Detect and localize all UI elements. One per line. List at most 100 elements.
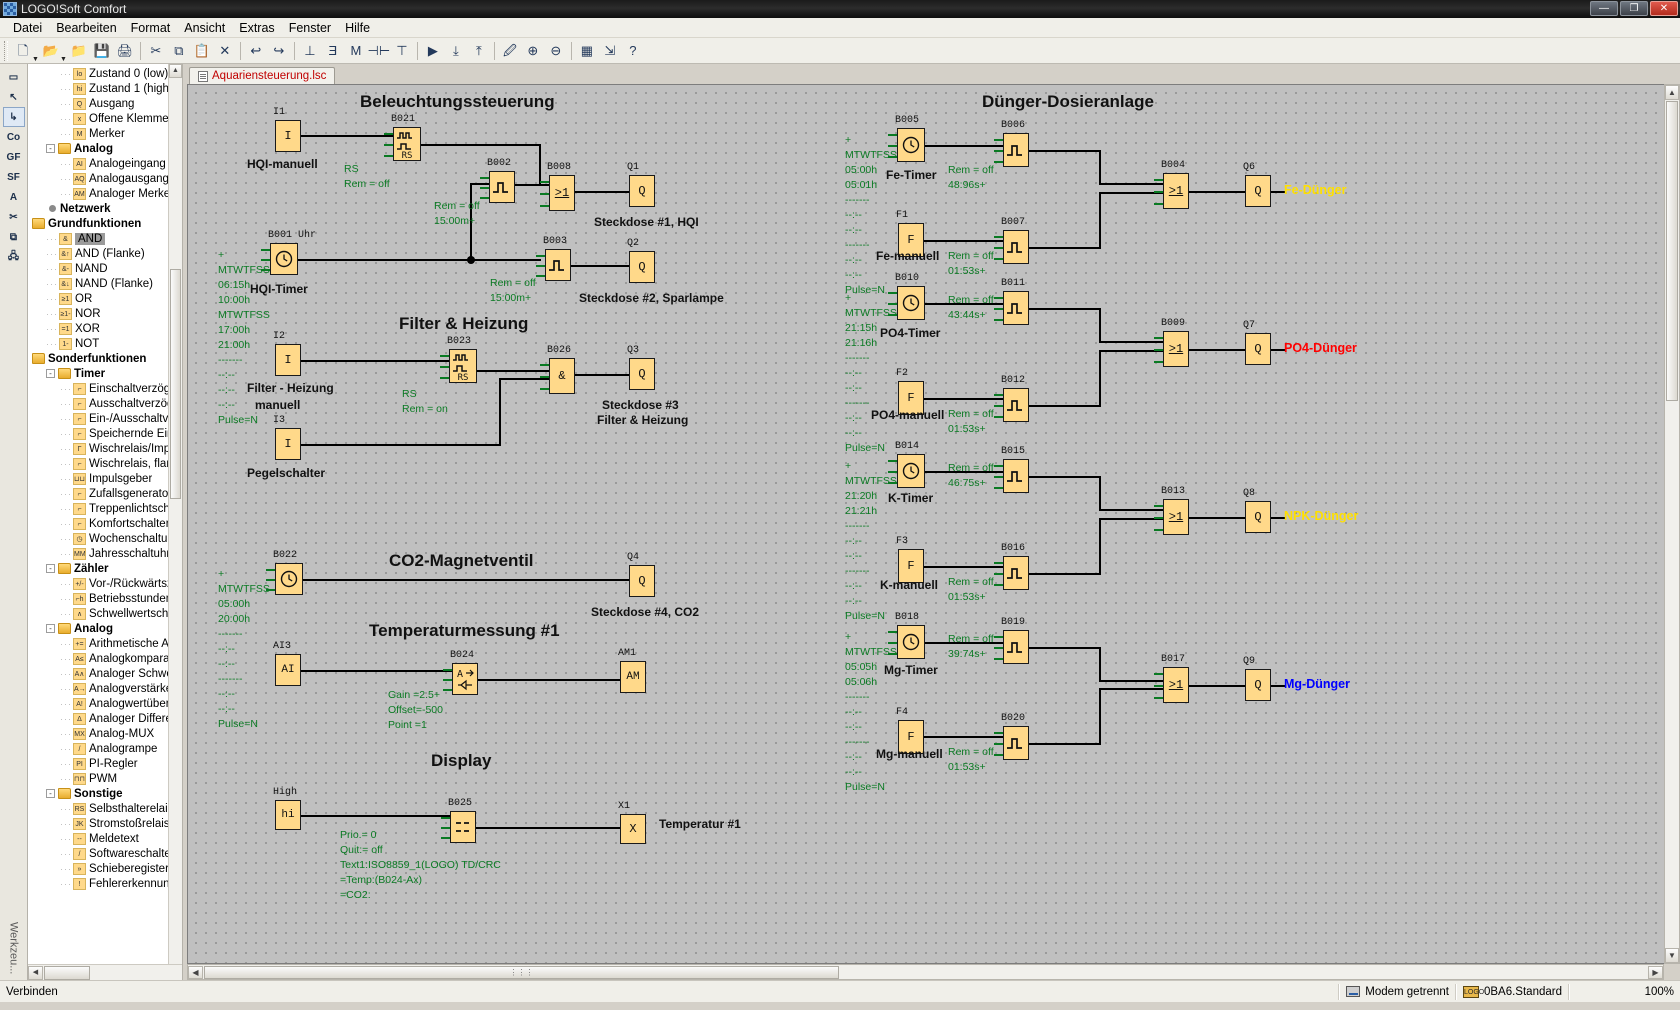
canvas-horizontal-scrollbar[interactable]: ◀ ⋮⋮⋮ ▶ xyxy=(187,964,1664,980)
tree-item-jahresschaltuhr[interactable]: ··· MM Jahresschaltuhr xyxy=(28,546,168,561)
tree-item-zustand-0-low[interactable]: ··· lo Zustand 0 (low) xyxy=(28,66,168,81)
menu-item-datei[interactable]: Datei xyxy=(6,19,49,37)
open-recent-icon[interactable]: 📁 xyxy=(68,40,90,62)
pc-to-logo-icon[interactable]: ⤓ xyxy=(445,40,467,62)
tree-item-speichernde-einsch[interactable]: ···⌐Speichernde Einsch xyxy=(28,426,168,441)
tree-item-netzwerk[interactable]: Netzwerk xyxy=(28,201,168,216)
block-B014[interactable] xyxy=(897,454,925,488)
tool-selection-rect-icon[interactable]: ▭ xyxy=(3,67,25,87)
tree-item-sonstige[interactable]: - Sonstige xyxy=(28,786,168,801)
tree-item-wischrelais-impuls[interactable]: ···ΓWischrelais/Impuls xyxy=(28,441,168,456)
tool-special-functions-icon[interactable]: SF xyxy=(3,167,25,187)
block-I3[interactable]: I xyxy=(275,428,301,460)
tree-item-analoger-merker[interactable]: ··· AM Analoger Merker xyxy=(28,186,168,201)
tree-item-komfortschalter[interactable]: ··· ⌐ Komfortschalter xyxy=(28,516,168,531)
tree-scroll-thumb[interactable] xyxy=(170,269,181,499)
block-B022[interactable] xyxy=(275,563,303,595)
block-B004[interactable]: >1 xyxy=(1163,173,1189,209)
tree-item-ausschaltverz-ger[interactable]: ···⌐Ausschaltverzöger xyxy=(28,396,168,411)
block-B017[interactable]: >1 xyxy=(1163,667,1189,703)
tree-item-merker[interactable]: ··· M Merker xyxy=(28,126,168,141)
canvas-scroll-right-button[interactable]: ▶ xyxy=(1648,965,1663,979)
canvas-hscroll-thumb[interactable]: ⋮⋮⋮ xyxy=(204,965,839,979)
tree-item-stromsto-relais[interactable]: ··· JK Stromstoßrelais xyxy=(28,816,168,831)
copy-icon[interactable]: ⧉ xyxy=(168,40,190,62)
tree-item-treppenlichtschalt[interactable]: ···⌐Treppenlichtschalt xyxy=(28,501,168,516)
tree-item-analogwert-berwa[interactable]: ···A!Analogwertüberwa xyxy=(28,696,168,711)
block-X1[interactable]: X xyxy=(620,814,646,844)
canvas-vscroll-thumb[interactable] xyxy=(1666,101,1678,401)
paste-icon[interactable]: 📋 xyxy=(191,40,213,62)
block-B005[interactable] xyxy=(897,128,925,162)
tree-horizontal-scrollbar[interactable]: ◀ xyxy=(28,964,182,980)
menu-item-ansicht[interactable]: Ansicht xyxy=(177,19,232,37)
tree-item-analog[interactable]: - Analog xyxy=(28,141,168,156)
tree-item-selbsthalterelais[interactable]: ··· RS Selbsthalterelais xyxy=(28,801,168,816)
tree-item-meldetext[interactable]: ··· -- Meldetext xyxy=(28,831,168,846)
circuit-diagram-canvas[interactable]: Beleuchtungssteuerung Dünger-Dosieranlage… xyxy=(187,84,1664,964)
tree-hscroll-thumb[interactable] xyxy=(44,965,90,980)
tree-item-nand-flanke[interactable]: ··· &↓ NAND (Flanke) xyxy=(28,276,168,291)
block-AM1[interactable]: AM xyxy=(620,661,646,693)
tree-item-einschaltverz-geru[interactable]: ···⌐Einschaltverzögeru xyxy=(28,381,168,396)
tree-item-schieberegister[interactable]: ···» Schieberegister xyxy=(28,861,168,876)
block-B016[interactable] xyxy=(1003,556,1029,590)
toolbar-grip[interactable] xyxy=(4,40,8,61)
tool-text-icon[interactable]: A xyxy=(3,187,25,207)
block-B020[interactable] xyxy=(1003,726,1029,760)
tree-expander[interactable]: - xyxy=(46,624,55,633)
open-file-icon[interactable]: 📂 xyxy=(40,40,62,62)
tool-connect-icon[interactable]: ↳ xyxy=(2,107,25,127)
align-left-icon[interactable]: Ǝ xyxy=(322,40,344,62)
block-Q9[interactable]: Q xyxy=(1245,669,1271,701)
tool-online-test-icon[interactable]: 🖧 xyxy=(3,247,25,267)
tree-item-pi-regler[interactable]: ··· PI PI-Regler xyxy=(28,756,168,771)
tree-item-analoger-schwellw[interactable]: ···A∧Analoger Schwellw xyxy=(28,666,168,681)
canvas-vertical-scrollbar[interactable]: ▲ ▼ xyxy=(1664,84,1680,964)
tree-item-zustand-1-high[interactable]: ··· hi Zustand 1 (high) xyxy=(28,81,168,96)
menu-item-extras[interactable]: Extras xyxy=(232,19,281,37)
help-cursor-icon[interactable]: ? xyxy=(622,40,644,62)
block-B025[interactable] xyxy=(450,811,476,843)
tool-arrow-icon[interactable]: ↖ xyxy=(3,87,25,107)
block-B024[interactable]: A xyxy=(452,663,478,695)
save-icon[interactable]: 💾 xyxy=(91,40,113,62)
tree-item-schwellwertschalte[interactable]: ···∧Schwellwertschalte xyxy=(28,606,168,621)
tree-expander[interactable]: - xyxy=(46,564,55,573)
block-High[interactable]: hi xyxy=(275,800,301,830)
maximize-button[interactable]: ❐ xyxy=(1620,1,1648,16)
tree-scroll-up-button[interactable]: ▲ xyxy=(169,64,182,78)
tree-item-arithmetische-anw[interactable]: ···+=Arithmetische Anw xyxy=(28,636,168,651)
block-Q4[interactable]: Q xyxy=(629,565,655,597)
tree-item-analogverst-rker[interactable]: ··· A→ Analogverstärker xyxy=(28,681,168,696)
tree-item-analog-mux[interactable]: ··· MX Analog-MUX xyxy=(28,726,168,741)
undo-icon[interactable]: ↩ xyxy=(245,40,267,62)
print-icon[interactable]: 🖨 xyxy=(114,40,136,62)
logo-to-pc-icon[interactable]: ⤒ xyxy=(468,40,490,62)
block-B023[interactable]: RS xyxy=(449,349,477,383)
tree-item-analogrampe[interactable]: ··· / Analogrampe xyxy=(28,741,168,756)
block-B007[interactable] xyxy=(1003,230,1029,264)
block-B011[interactable] xyxy=(1003,291,1029,325)
menu-item-fenster[interactable]: Fenster xyxy=(282,19,338,37)
tree-item-timer[interactable]: - Timer xyxy=(28,366,168,381)
block-B003[interactable] xyxy=(545,249,571,281)
menu-item-bearbeiten[interactable]: Bearbeiten xyxy=(49,19,123,37)
block-B008[interactable]: >1 xyxy=(549,175,575,211)
block-B013[interactable]: >1 xyxy=(1163,499,1189,535)
zoom-out-icon[interactable]: ⊖ xyxy=(545,40,567,62)
block-I1[interactable]: I xyxy=(275,120,301,152)
tool-constants-icon[interactable]: Co xyxy=(3,127,25,147)
tree-item-wochenschaltuhr[interactable]: ···◷Wochenschaltuhr xyxy=(28,531,168,546)
block-I2[interactable]: I xyxy=(275,344,301,376)
block-B015[interactable] xyxy=(1003,459,1029,493)
tree-expander[interactable]: - xyxy=(46,369,55,378)
canvas-scroll-up-button[interactable]: ▲ xyxy=(1665,85,1679,100)
block-Q2[interactable]: Q xyxy=(629,251,655,283)
connections-icon[interactable]: ⇲ xyxy=(599,40,621,62)
canvas-scroll-down-button[interactable]: ▼ xyxy=(1665,948,1679,963)
tree-item-wischrelais-flanke[interactable]: ···⌐Wischrelais, flanke xyxy=(28,456,168,471)
select-hardware-icon[interactable]: ▦ xyxy=(576,40,598,62)
canvas-scroll-left-button[interactable]: ◀ xyxy=(188,965,203,979)
tree-item-nor[interactable]: ··· ≥1- NOR xyxy=(28,306,168,321)
